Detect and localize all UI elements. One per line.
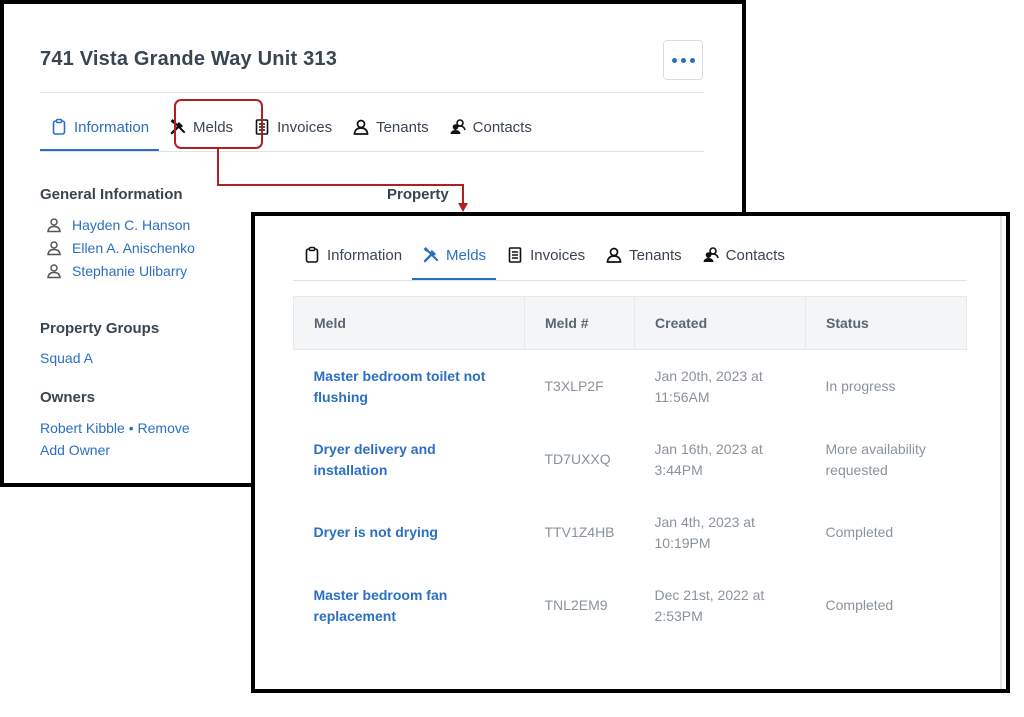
person-name: Hayden C. Hanson xyxy=(72,217,191,233)
meld-created: Jan 20th, 2023 at 11:56AM xyxy=(654,367,763,405)
column-header-meld[interactable]: Meld xyxy=(293,296,525,350)
person-icon xyxy=(47,264,61,279)
person-name: Stephanie Ulibarry xyxy=(72,263,188,279)
contact-person[interactable]: Stephanie Ulibarry xyxy=(46,263,187,279)
tab-label: Tenants xyxy=(629,246,682,264)
more-icon-dot xyxy=(680,57,686,63)
column-header-meld-number[interactable]: Meld # xyxy=(523,296,636,350)
meld-title-link[interactable]: Master bedroom fan replacement xyxy=(294,569,525,642)
property-heading: Property xyxy=(387,186,449,203)
tab-information[interactable]: Information xyxy=(40,103,160,151)
add-owner-link[interactable]: Add Owner xyxy=(40,442,110,458)
meld-status: In progress xyxy=(825,378,896,394)
meld-status: More availability requested xyxy=(825,440,926,478)
tab-invoices[interactable]: Invoices xyxy=(496,230,595,280)
tab-tenants[interactable]: Tenants xyxy=(595,230,692,280)
tab-bar: Information Melds Invoices Tenants Conta… xyxy=(40,103,542,151)
meld-number: T3XLP2F xyxy=(544,378,604,394)
person-name: Ellen A. Anischenko xyxy=(72,240,195,256)
property-group-link[interactable]: Squad A xyxy=(40,350,93,366)
meld-created: Jan 4th, 2023 at 10:19PM xyxy=(654,513,755,551)
person-icon xyxy=(606,247,622,263)
owner-row: Robert Kibble • Remove xyxy=(40,420,190,436)
property-groups-heading: Property Groups xyxy=(40,320,160,337)
divider xyxy=(293,280,967,281)
column-header-created[interactable]: Created xyxy=(634,296,807,350)
column-header-status[interactable]: Status xyxy=(805,296,967,350)
meld-number: TNL2EM9 xyxy=(544,597,608,613)
meld-number: TD7UXXQ xyxy=(544,451,611,467)
person-icon xyxy=(47,218,61,233)
tab-melds[interactable]: Melds xyxy=(412,230,497,280)
divider xyxy=(40,92,704,93)
tab-bar: Information Melds Invoices Tenants Conta… xyxy=(293,230,795,280)
melds-tab-highlight xyxy=(174,99,263,149)
meld-created: Jan 16th, 2023 at 3:44PM xyxy=(654,440,763,478)
meld-title-link[interactable]: Dryer delivery and installation xyxy=(294,423,525,496)
meld-status: Completed xyxy=(825,597,894,613)
meld-title-link[interactable]: Master bedroom toilet not flushing xyxy=(294,350,525,424)
table-row[interactable]: Master bedroom toilet not flushing T3XLP… xyxy=(294,350,967,424)
tab-contacts[interactable]: Contacts xyxy=(692,230,795,280)
contact-person[interactable]: Hayden C. Hanson xyxy=(46,217,190,233)
tools-icon xyxy=(423,247,439,263)
meld-title-link[interactable]: Dryer is not drying xyxy=(294,496,525,569)
table-row[interactable]: Dryer delivery and installation TD7UXXQ … xyxy=(294,423,967,496)
more-icon-dot xyxy=(689,57,695,63)
tab-label: Invoices xyxy=(277,118,333,136)
contact-person[interactable]: Ellen A. Anischenko xyxy=(46,240,195,256)
owner-name-link[interactable]: Robert Kibble xyxy=(40,420,125,436)
tab-label: Invoices xyxy=(530,246,586,264)
tab-label: Information xyxy=(74,118,150,136)
page-title: 741 Vista Grande Way Unit 313 xyxy=(40,48,338,70)
owners-heading: Owners xyxy=(40,389,96,406)
document-icon xyxy=(508,247,522,263)
remove-owner-link[interactable]: Remove xyxy=(138,420,190,436)
tab-label: Contacts xyxy=(472,118,532,136)
clipboard-icon xyxy=(305,246,319,263)
person-icon xyxy=(47,241,61,256)
tab-label: Tenants xyxy=(376,118,429,136)
meld-status: Completed xyxy=(825,524,894,540)
tab-tenants[interactable]: Tenants xyxy=(342,103,439,151)
tab-information[interactable]: Information xyxy=(293,230,412,280)
table-row[interactable]: Master bedroom fan replacement TNL2EM9 D… xyxy=(294,569,967,642)
divider xyxy=(40,151,704,152)
person-icon xyxy=(353,119,369,135)
owner-separator: • xyxy=(128,420,134,436)
tab-label: Information xyxy=(327,246,403,264)
clipboard-icon xyxy=(52,118,66,135)
more-icon xyxy=(671,57,677,63)
general-information-heading: General Information xyxy=(40,186,183,203)
tab-label: Contacts xyxy=(725,246,785,264)
tab-label: Melds xyxy=(446,246,487,264)
more-options-button[interactable] xyxy=(663,40,703,80)
meld-created: Dec 21st, 2022 at 2:53PM xyxy=(654,586,765,624)
scrollbar[interactable] xyxy=(1000,216,1002,689)
melds-table: Meld Meld # Created Status Master bedroo… xyxy=(293,296,967,642)
table-header-row: Meld Meld # Created Status xyxy=(293,296,967,350)
tab-contacts[interactable]: Contacts xyxy=(439,103,542,151)
meld-number: TTV1Z4HB xyxy=(544,524,615,540)
contacts-icon xyxy=(450,119,466,134)
table-row[interactable]: Dryer is not drying TTV1Z4HB Jan 4th, 20… xyxy=(294,496,967,569)
contacts-icon xyxy=(703,247,719,262)
melds-panel: Information Melds Invoices Tenants Conta… xyxy=(251,212,1010,693)
